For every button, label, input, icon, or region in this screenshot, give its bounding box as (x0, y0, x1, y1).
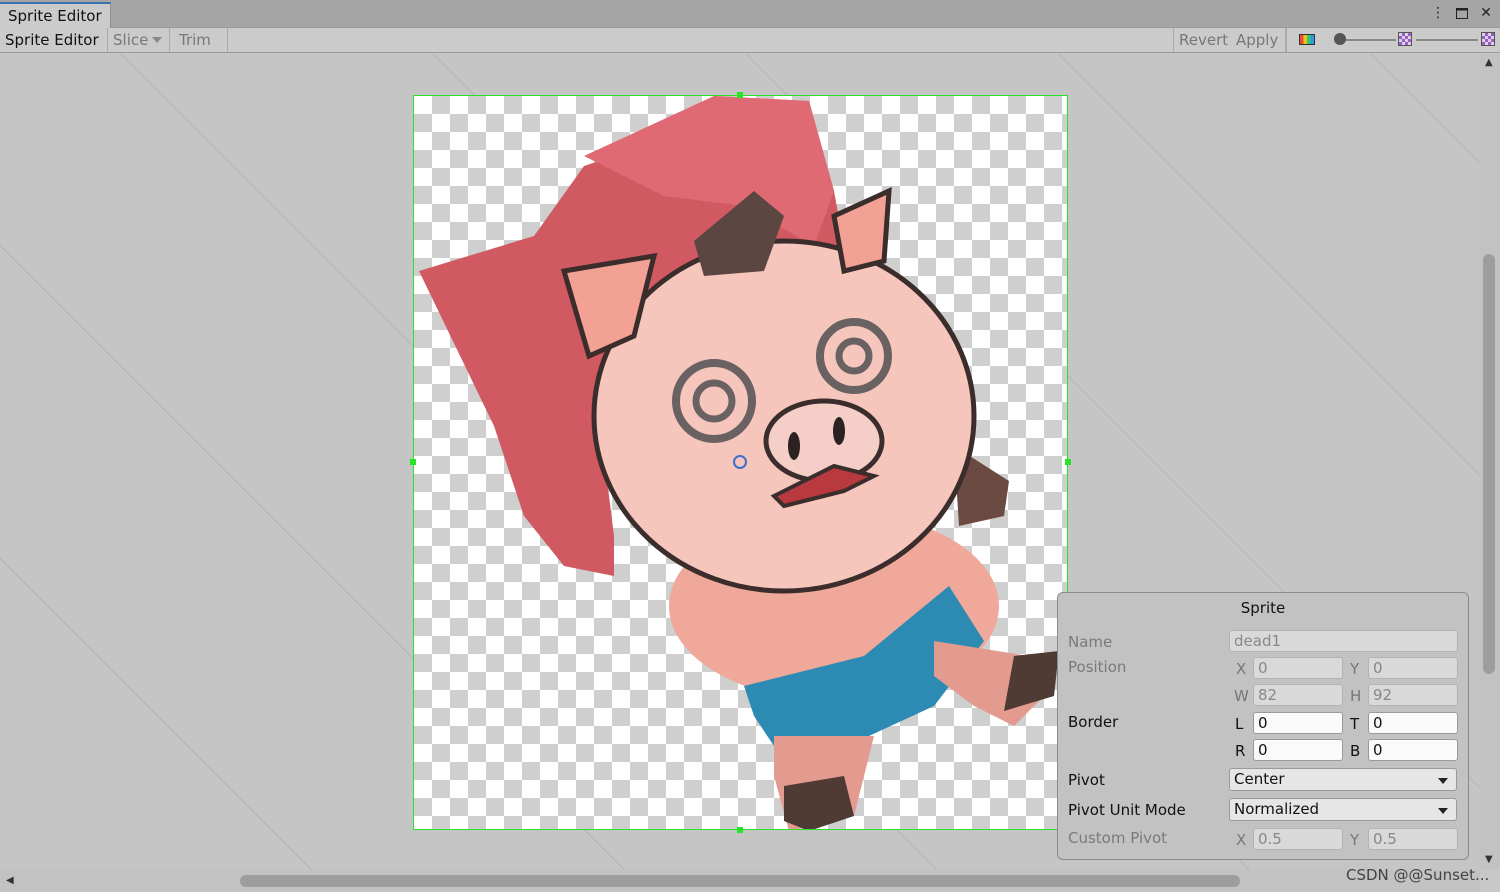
mip-slider-track[interactable] (1416, 39, 1478, 41)
custom-pivot-x-field[interactable]: 0.5 (1253, 828, 1343, 850)
pivot-unit-mode-value: Normalized (1234, 800, 1320, 818)
slice-dropdown[interactable]: Slice (108, 28, 170, 52)
vertical-scrollbar[interactable]: ▲ ▼ (1480, 54, 1500, 870)
border-t-axis: T (1350, 715, 1360, 733)
custom-pivot-x-axis: X (1236, 831, 1247, 849)
position-h-axis: H (1350, 687, 1362, 705)
horizontal-scroll-thumb[interactable] (240, 875, 1240, 887)
resize-handle-left[interactable] (410, 459, 416, 465)
close-icon[interactable]: ✕ (1478, 4, 1494, 22)
rgb-channels-icon[interactable] (1299, 34, 1315, 45)
slice-label: Slice (113, 31, 149, 49)
toolbar: Sprite Editor Slice Trim Revert Apply (0, 28, 1500, 67)
revert-button[interactable]: Revert (1173, 28, 1231, 52)
alpha-icon[interactable] (1481, 32, 1495, 46)
resize-handle-top[interactable] (737, 92, 743, 98)
horizontal-scrollbar[interactable]: ◀ (0, 870, 1480, 892)
pivot-unit-mode-dropdown[interactable]: Normalized (1229, 798, 1457, 821)
border-b-field[interactable]: 0 (1368, 739, 1458, 761)
mode-dropdown[interactable]: Sprite Editor (0, 28, 108, 67)
window-controls: ⋮ ✕ (1430, 4, 1494, 22)
border-r-field[interactable]: 0 (1253, 739, 1343, 761)
custom-pivot-y-axis: Y (1350, 831, 1360, 849)
pivot-handle[interactable] (733, 455, 747, 469)
position-x-axis: X (1236, 660, 1247, 678)
custom-pivot-y-field[interactable]: 0.5 (1368, 828, 1458, 850)
position-h-field[interactable]: 92 (1368, 684, 1458, 706)
border-label: Border (1068, 713, 1119, 731)
border-t-field[interactable]: 0 (1368, 712, 1458, 734)
position-w-field[interactable]: 82 (1253, 684, 1343, 706)
border-l-axis: L (1235, 715, 1244, 733)
window-tab-bar: Sprite Editor ⋮ ✕ (0, 0, 1500, 28)
scroll-left-icon[interactable]: ◀ (6, 875, 14, 886)
name-field[interactable]: dead1 (1229, 630, 1458, 652)
sprite-inspector-panel: Sprite Name dead1 Position X 0 Y 0 W 82 … (1057, 592, 1469, 860)
maximize-icon[interactable] (1454, 4, 1470, 22)
more-options-icon[interactable]: ⋮ (1430, 4, 1446, 22)
position-y-field[interactable]: 0 (1368, 657, 1458, 679)
chevron-down-icon (152, 37, 163, 43)
chevron-down-icon (1438, 808, 1448, 814)
chevron-down-icon (1438, 778, 1448, 784)
zoom-slider-track[interactable] (1340, 39, 1396, 41)
apply-button[interactable]: Apply (1231, 28, 1286, 52)
tab-sprite-editor[interactable]: Sprite Editor (0, 2, 111, 28)
pivot-label: Pivot (1068, 771, 1105, 789)
name-label: Name (1068, 633, 1113, 651)
border-b-axis: B (1350, 742, 1361, 760)
custom-pivot-label: Custom Pivot (1068, 829, 1168, 847)
resize-handle-bottom[interactable] (737, 827, 743, 833)
panel-title: Sprite (1240, 599, 1286, 617)
scroll-up-icon[interactable]: ▲ (1485, 57, 1493, 68)
border-l-field[interactable]: 0 (1253, 712, 1343, 734)
resize-handle-right[interactable] (1065, 459, 1071, 465)
position-label: Position (1068, 658, 1127, 676)
watermark: CSDN @@Sunset... (1346, 866, 1490, 884)
scroll-down-icon[interactable]: ▼ (1485, 854, 1493, 865)
pivot-unit-mode-label: Pivot Unit Mode (1068, 801, 1186, 819)
position-x-field[interactable]: 0 (1253, 657, 1343, 679)
mode-dropdown-label: Sprite Editor (5, 31, 99, 49)
mip-level-icon (1398, 32, 1412, 46)
border-r-axis: R (1235, 742, 1246, 760)
trim-button[interactable]: Trim (174, 28, 228, 52)
pivot-value: Center (1234, 770, 1285, 788)
position-w-axis: W (1234, 687, 1249, 705)
position-y-axis: Y (1350, 660, 1360, 678)
pivot-dropdown[interactable]: Center (1229, 768, 1457, 791)
zoom-slider-knob[interactable] (1334, 33, 1346, 45)
vertical-scroll-thumb[interactable] (1483, 254, 1495, 674)
